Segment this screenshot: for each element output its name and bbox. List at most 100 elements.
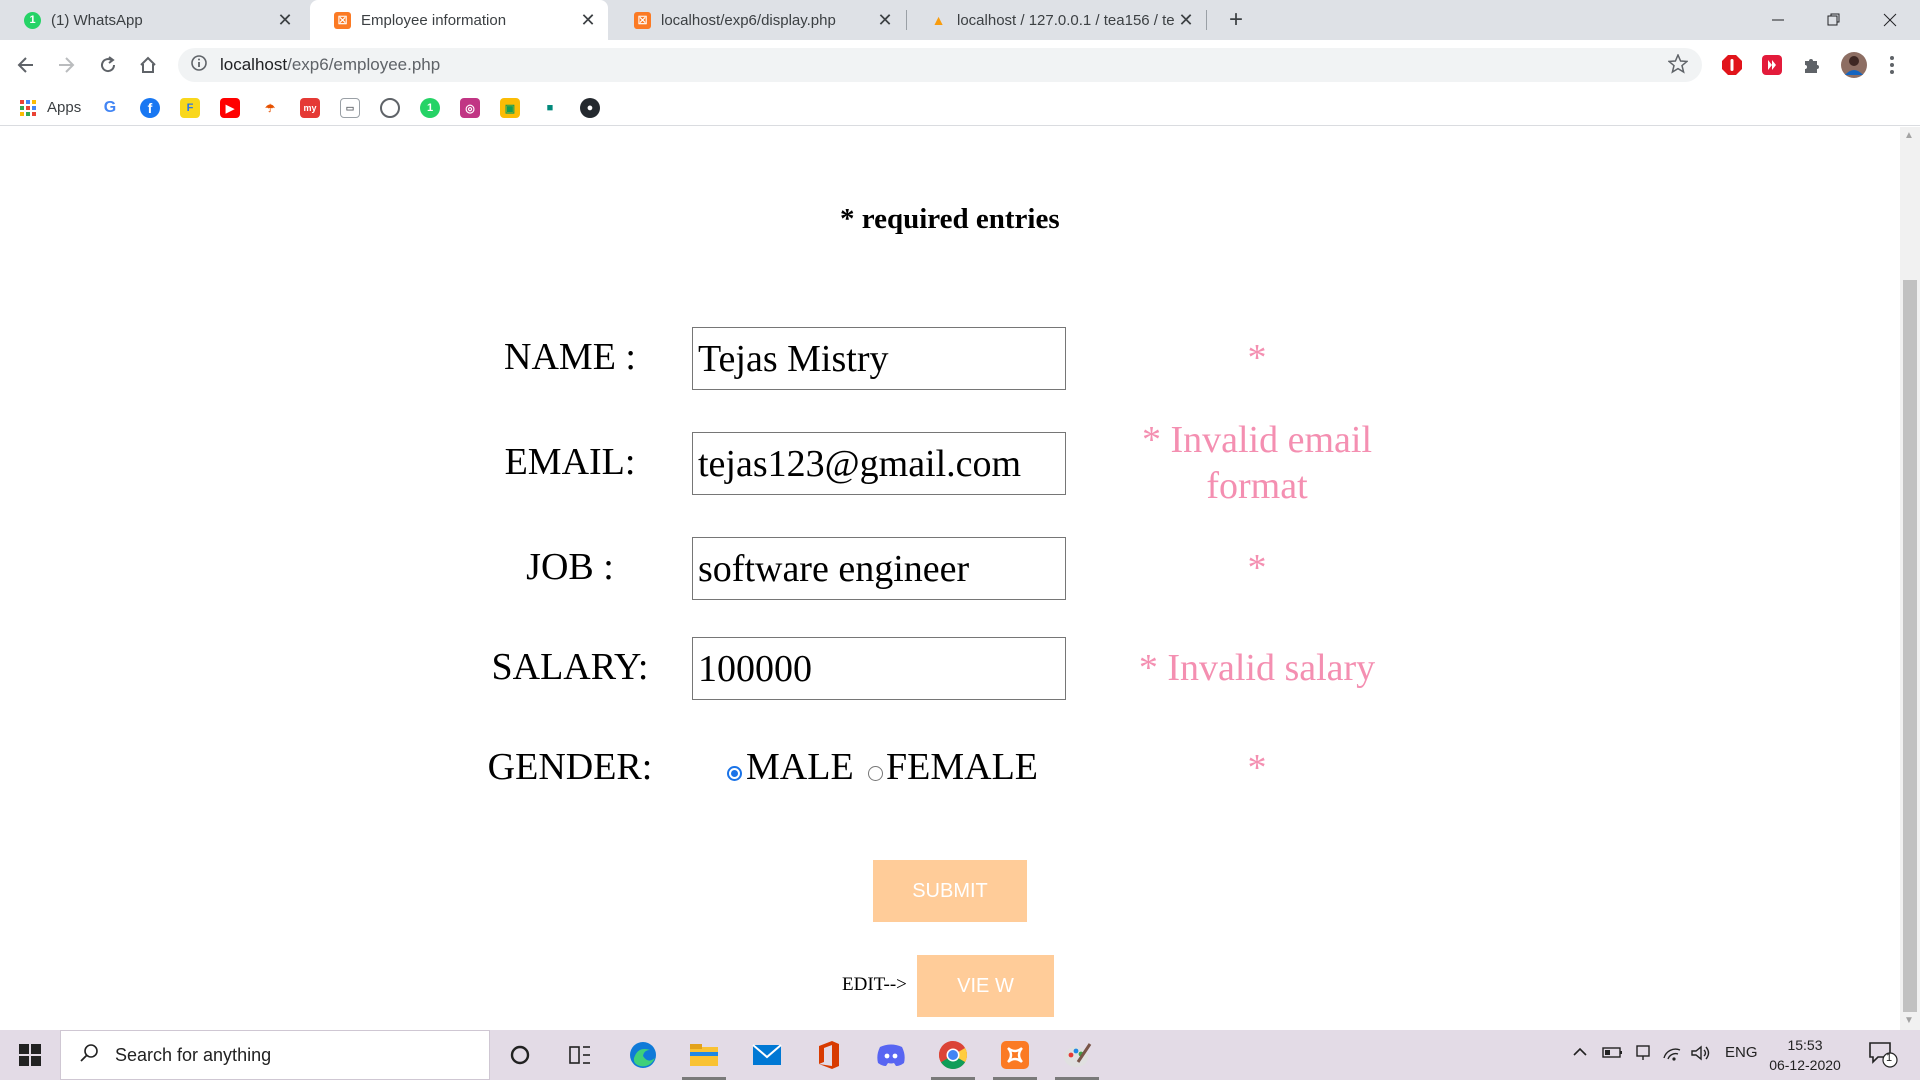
instagram-icon[interactable]: ◎ [460,98,480,118]
taskbar-search-box[interactable]: Search for anything [60,1030,490,1080]
forward-button[interactable] [50,49,82,81]
reload-button[interactable] [92,49,124,81]
close-tab-icon[interactable]: ✕ [875,10,895,31]
media-extension-icon[interactable] [1760,53,1784,77]
youtube-icon[interactable]: ▶ [220,98,240,118]
language-indicator[interactable]: ENG [1725,1044,1758,1061]
profile-avatar[interactable] [1840,51,1868,79]
device-icon[interactable] [1634,1044,1652,1066]
submit-button[interactable]: SUBMIT [873,860,1027,922]
edit-label: EDIT--> [842,974,907,995]
google-icon[interactable]: G [100,98,120,118]
battery-icon[interactable] [1602,1044,1624,1064]
back-button[interactable] [10,49,42,81]
job-error: * [1247,547,1267,589]
github-icon[interactable]: ● [580,98,600,118]
scroll-down-icon[interactable]: ▼ [1904,1015,1914,1026]
close-tab-icon[interactable]: ✕ [578,10,598,31]
bookmark-wallet-icon[interactable]: ▭ [340,98,360,118]
show-hidden-icons-icon[interactable] [1572,1044,1588,1064]
url-host: localhost [220,55,288,74]
mail-icon[interactable] [741,1035,793,1075]
scroll-up-icon[interactable]: ▲ [1904,130,1914,141]
page-scrollbar[interactable]: ▲ ▼ [1900,127,1920,1030]
flipkart-icon[interactable]: F [180,98,200,118]
minimize-button[interactable] [1750,0,1806,40]
file-explorer-icon[interactable] [678,1035,730,1080]
bookmarks-bar: Apps G f F ▶ ☂ my ▭ 1 ◎ ▣ ■ ● [0,90,1920,126]
back-arrow-icon [17,57,33,73]
gender-male-label[interactable]: MALE [746,745,854,789]
speedometer-icon[interactable] [380,98,400,118]
whatsapp-icon: 1 [24,11,41,29]
tab-whatsapp[interactable]: 1 (1) WhatsApp ✕ [0,0,305,40]
tab-title: localhost/exp6/display.php [661,11,836,29]
task-view-icon[interactable] [554,1035,606,1075]
opera-adblock-icon[interactable] [1720,53,1744,77]
salary-error: * Invalid salary [1138,647,1376,689]
notification-center-icon[interactable]: 1 [1868,1040,1898,1072]
scroll-thumb[interactable] [1903,280,1917,1012]
forward-arrow-icon [59,57,75,73]
bookmark-star-icon[interactable] [1667,53,1689,79]
edge-browser-icon[interactable] [617,1035,669,1075]
tab-phpmyadmin[interactable]: ▲ localhost / 127.0.0.1 / tea156 / te ✕ [906,0,1206,40]
google-classroom-icon[interactable]: ▣ [500,98,520,118]
whatsapp-icon[interactable]: 1 [420,98,440,118]
tab-title: localhost / 127.0.0.1 / tea156 / te [957,11,1175,29]
volume-icon[interactable] [1690,1044,1712,1066]
tab-separator [1206,10,1207,30]
browser-menu-icon[interactable] [1880,53,1904,77]
discord-icon[interactable] [865,1035,917,1075]
close-tab-icon[interactable]: ✕ [1176,10,1196,31]
job-input[interactable] [692,537,1066,600]
home-icon [140,56,156,73]
windows-taskbar: Search for anything ENG 15:53 06-12-2020… [0,1030,1920,1080]
office-icon[interactable] [803,1035,855,1075]
apps-grid-icon[interactable] [18,98,38,118]
search-placeholder: Search for anything [115,1044,272,1065]
chrome-icon[interactable] [927,1035,979,1080]
address-bar[interactable]: localhost/exp6/employee.php [178,48,1702,82]
close-icon [1883,13,1897,27]
system-clock[interactable]: 15:53 06-12-2020 [1760,1035,1850,1075]
close-window-button[interactable] [1862,0,1918,40]
home-button[interactable] [132,49,164,81]
xampp-icon: ☒ [334,11,351,29]
extensions-puzzle-icon[interactable] [1800,53,1824,77]
view-button[interactable]: VIE W [917,955,1054,1017]
clock-time: 15:53 [1787,1037,1823,1053]
gender-female-label[interactable]: FEMALE [886,745,1038,789]
myntra-icon[interactable]: my [300,98,320,118]
start-button[interactable] [0,1030,60,1080]
tab-display[interactable]: ☒ localhost/exp6/display.php ✕ [610,0,905,40]
facebook-icon[interactable]: f [140,98,160,118]
name-input[interactable] [692,327,1066,390]
salary-input[interactable] [692,637,1066,700]
cortana-icon[interactable] [494,1035,546,1075]
new-tab-button[interactable]: + [1222,6,1250,34]
email-input[interactable] [692,432,1066,495]
windows-logo-icon [19,1044,41,1066]
google-meet-icon[interactable]: ■ [540,98,560,118]
tab-title: (1) WhatsApp [51,11,143,29]
tab-title: Employee information [361,11,507,29]
email-label: EMAIL: [504,441,636,483]
gender-male-radio[interactable] [727,766,742,781]
restore-button[interactable] [1806,0,1862,40]
tab-employee-information[interactable]: ☒ Employee information ✕ [310,0,608,40]
url-text: localhost/exp6/employee.php [220,55,440,75]
gender-female-radio[interactable] [868,766,883,781]
site-info-icon[interactable] [190,54,210,77]
name-label: NAME : [504,336,636,378]
apps-label[interactable]: Apps [47,99,81,116]
employee-form-page: * required entries NAME : * EMAIL: * Inv… [0,127,1900,1030]
paint-icon[interactable] [1051,1035,1103,1080]
browser-toolbar: localhost/exp6/employee.php [0,40,1920,90]
name-error: * [1247,337,1267,379]
wifi-icon[interactable] [1662,1044,1682,1066]
xampp-icon[interactable] [989,1035,1041,1080]
minimize-icon [1772,19,1784,21]
bookmark-rainbow-icon[interactable]: ☂ [260,98,280,118]
close-tab-icon[interactable]: ✕ [275,10,295,31]
